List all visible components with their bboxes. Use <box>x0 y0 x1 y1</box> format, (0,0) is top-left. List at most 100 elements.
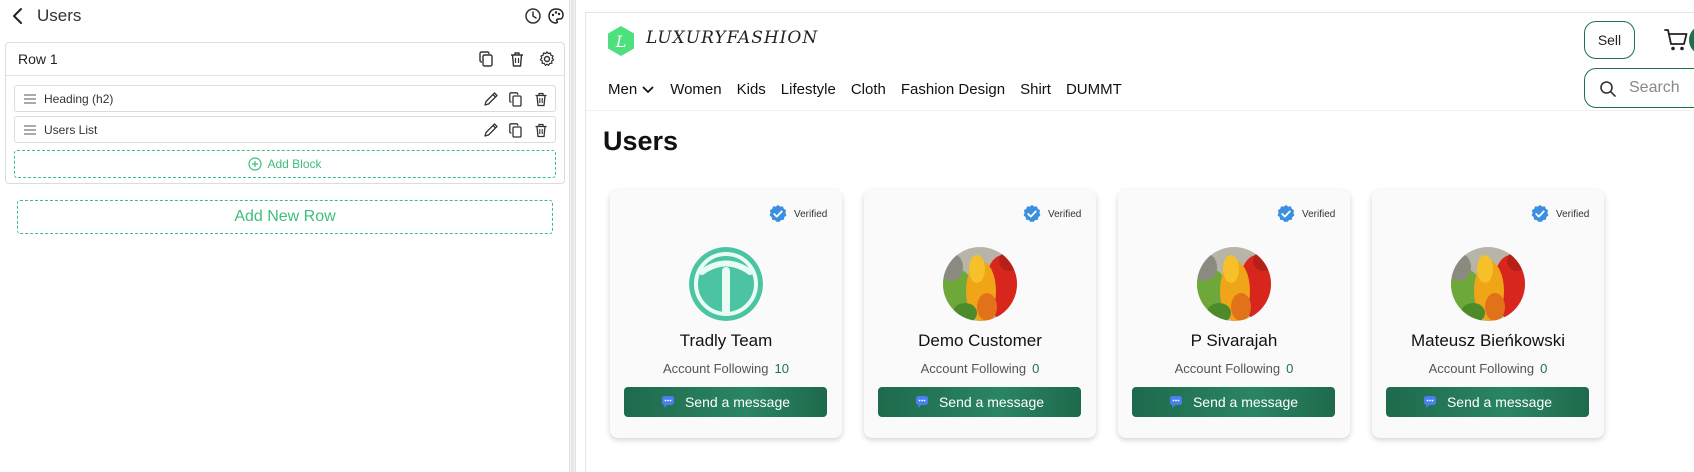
trash-icon[interactable] <box>508 50 526 68</box>
drag-handle-icon[interactable] <box>23 123 37 137</box>
send-message-label: Send a message <box>1446 394 1553 410</box>
nav-item-kids[interactable]: Kids <box>737 81 766 98</box>
verified-badge-icon <box>1277 205 1295 222</box>
nav-item-shirt[interactable]: Shirt <box>1020 81 1051 98</box>
avatar[interactable] <box>1451 247 1525 321</box>
avatar[interactable] <box>1197 247 1271 321</box>
nav-label: Men <box>608 81 638 98</box>
user-card[interactable]: Verified Demo Customer Account Following 0 S… <box>864 190 1096 438</box>
following-count: 0 <box>1540 361 1548 376</box>
chat-bubble-icon <box>1423 396 1436 408</box>
block-label: Users List <box>44 123 98 137</box>
logo-badge[interactable]: L <box>606 25 636 57</box>
send-message-button[interactable]: Send a message <box>1132 387 1335 417</box>
drag-handle-icon[interactable] <box>23 92 37 106</box>
plus-circle-icon <box>248 157 263 171</box>
send-message-label: Send a message <box>1192 394 1299 410</box>
editor-panel: Users Row 1 Heading (h2) Users List Add … <box>0 0 570 472</box>
search-box[interactable] <box>1584 68 1694 108</box>
user-card[interactable]: Verified Tradly Team Account Following 10 Se… <box>610 190 842 438</box>
pencil-icon[interactable] <box>483 91 499 107</box>
add-block-button[interactable]: Add Block <box>14 150 556 178</box>
user-name[interactable]: Mateusz Bieńkowski <box>1372 331 1604 351</box>
search-icon <box>1600 81 1616 97</box>
following-count: 0 <box>1286 361 1294 376</box>
send-message-button[interactable]: Send a message <box>1386 387 1589 417</box>
following-count: 10 <box>774 361 789 376</box>
block-actions <box>483 91 549 107</box>
trash-icon[interactable] <box>533 91 549 107</box>
panel-splitter[interactable] <box>569 0 576 472</box>
avatar[interactable] <box>943 247 1017 321</box>
send-message-label: Send a message <box>938 394 1045 410</box>
user-name[interactable]: Tradly Team <box>610 331 842 351</box>
sell-label: Sell <box>1597 32 1622 48</box>
search-input[interactable] <box>1629 77 1694 99</box>
avatar[interactable] <box>689 247 763 321</box>
add-block-label: Add Block <box>267 157 322 171</box>
send-message-button[interactable]: Send a message <box>878 387 1081 417</box>
palette-icon[interactable] <box>547 7 565 25</box>
nav-item-fashion-design[interactable]: Fashion Design <box>901 81 1005 98</box>
account-following: Account Following 10 <box>610 361 842 376</box>
send-message-button[interactable]: Send a message <box>624 387 827 417</box>
tradly-logo-image <box>689 247 763 321</box>
user-name[interactable]: Demo Customer <box>864 331 1096 351</box>
block-item-users-list[interactable]: Users List <box>14 116 556 143</box>
copy-icon[interactable] <box>508 91 524 107</box>
nav-item-dummt[interactable]: DUMMT <box>1066 81 1122 98</box>
peppers-photo-image <box>1197 247 1271 321</box>
account-following: Account Following 0 <box>864 361 1096 376</box>
chat-bubble-icon <box>661 396 674 408</box>
nav-item-women[interactable]: Women <box>670 81 721 98</box>
nav-divider <box>586 110 1694 111</box>
verified-badge: Verified <box>1276 204 1335 224</box>
row-card: Row 1 Heading (h2) Users List Add Block <box>5 42 565 184</box>
following-count: 0 <box>1032 361 1040 376</box>
row-actions <box>478 50 556 68</box>
add-new-row-label: Add New Row <box>234 208 336 225</box>
block-item-heading[interactable]: Heading (h2) <box>14 85 556 112</box>
nav-item-cloth[interactable]: Cloth <box>851 81 886 98</box>
user-name[interactable]: P Sivarajah <box>1118 331 1350 351</box>
chat-bubble-icon <box>1169 396 1182 408</box>
splitter-handle[interactable] <box>571 0 574 472</box>
row-title: Row 1 <box>18 51 58 67</box>
site-preview: L LUXURYFASHION Sell Men Women Kids Life… <box>585 12 1694 472</box>
peppers-photo-image <box>943 247 1017 321</box>
block-actions <box>483 122 549 138</box>
add-new-row-button[interactable]: Add New Row <box>17 200 553 234</box>
copy-icon[interactable] <box>508 122 524 138</box>
user-avatar[interactable] <box>1689 25 1694 55</box>
sell-button[interactable]: Sell <box>1584 21 1635 59</box>
peppers-photo-image <box>1451 247 1525 321</box>
editor-header: Users <box>0 0 570 32</box>
history-icon[interactable] <box>524 7 542 25</box>
nav-item-men[interactable]: Men <box>608 81 655 98</box>
page-title: Users <box>603 126 679 156</box>
chevron-left-icon[interactable] <box>8 6 28 26</box>
pencil-icon[interactable] <box>483 122 499 138</box>
cart-icon[interactable] <box>1663 27 1689 53</box>
nav-item-lifestyle[interactable]: Lifestyle <box>781 81 836 98</box>
verified-badge: Verified <box>1530 204 1589 224</box>
following-label: Account Following <box>920 361 1027 376</box>
verified-label: Verified <box>1048 208 1082 220</box>
account-following: Account Following 0 <box>1372 361 1604 376</box>
verified-badge: Verified <box>1022 204 1081 224</box>
verified-label: Verified <box>1556 208 1590 220</box>
row-header: Row 1 <box>6 43 564 76</box>
gear-icon[interactable] <box>538 50 556 68</box>
block-label: Heading (h2) <box>44 92 114 106</box>
logo-letter: L <box>615 32 627 51</box>
chat-bubble-icon <box>915 396 928 408</box>
user-card[interactable]: Verified Mateusz Bieńkowski Account Follow… <box>1372 190 1604 438</box>
copy-icon[interactable] <box>478 50 496 68</box>
verified-badge-icon <box>1023 205 1041 222</box>
following-label: Account Following <box>1174 361 1281 376</box>
user-card[interactable]: Verified P Sivarajah Account Following 0 Sen… <box>1118 190 1350 438</box>
send-message-label: Send a message <box>684 394 791 410</box>
logo-text[interactable]: LUXURYFASHION <box>646 28 818 48</box>
trash-icon[interactable] <box>533 122 549 138</box>
verified-badge-icon <box>769 205 787 222</box>
